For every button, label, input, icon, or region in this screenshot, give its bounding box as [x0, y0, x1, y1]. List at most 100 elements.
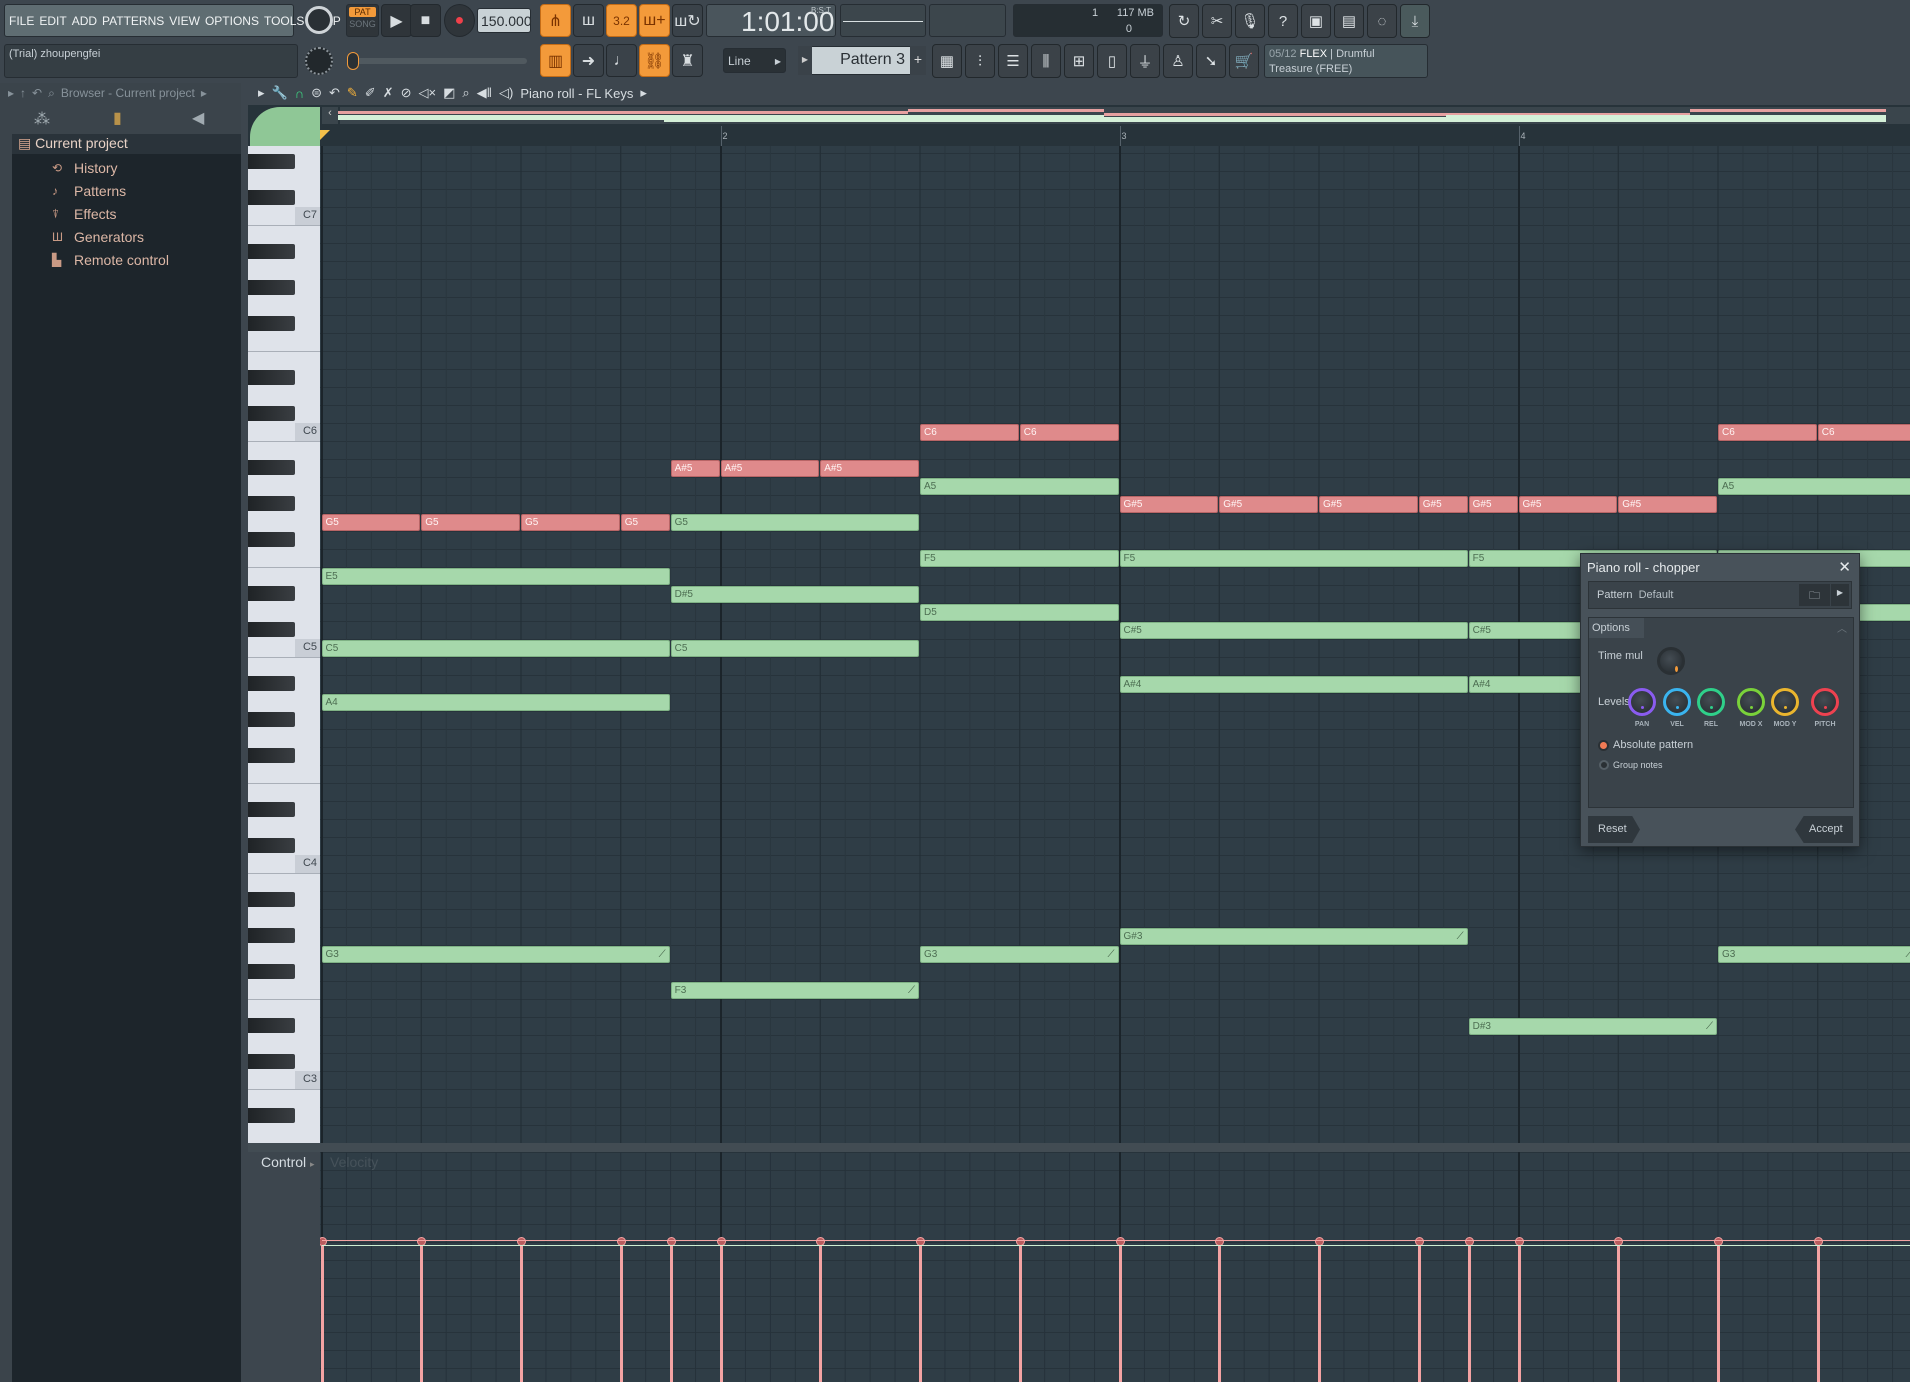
note[interactable]: A#5	[670, 460, 720, 477]
undo-history-icon[interactable]: ↻	[1169, 4, 1199, 38]
note[interactable]: C6	[1718, 424, 1817, 441]
black-key[interactable]	[248, 892, 295, 907]
note[interactable]: G3 ⟋	[920, 946, 1119, 963]
help-icon[interactable]: ?	[1268, 4, 1298, 38]
download-icon[interactable]: ⤓	[1400, 4, 1430, 38]
collapse-icon[interactable]: ︿	[1837, 620, 1847, 635]
black-key[interactable]	[248, 1054, 295, 1069]
note[interactable]: G#5	[1618, 496, 1717, 513]
master-volume-slider[interactable]	[347, 52, 527, 70]
mixer-icon[interactable]: ⫼	[1031, 44, 1061, 78]
zoom-icon[interactable]: ⌕	[462, 85, 469, 101]
playhead-marker[interactable]	[320, 130, 330, 140]
slice-icon[interactable]: ◁×	[419, 85, 437, 101]
mute-icon[interactable]: ⊘	[401, 85, 412, 101]
files-icon[interactable]: ▮	[113, 108, 122, 128]
menu-patterns[interactable]: PATTERNS	[102, 14, 164, 28]
note[interactable]: G5	[620, 514, 670, 531]
file-icon[interactable]: ▯	[1097, 44, 1127, 78]
knob-vel[interactable]	[1663, 688, 1691, 716]
note[interactable]: G#5	[1468, 496, 1518, 513]
step-sequencer-icon[interactable]: ▦	[932, 44, 962, 78]
wrench-icon[interactable]: 🔧	[272, 85, 288, 101]
black-key[interactable]	[248, 586, 295, 601]
note-resize-icon[interactable]: ⟋	[1906, 947, 1910, 962]
group-notes-radio[interactable]: Group notes	[1599, 760, 1663, 770]
options-tab[interactable]: Options	[1589, 618, 1644, 638]
velocity-stem[interactable]	[1118, 1241, 1122, 1382]
mixer-button[interactable]: ♜	[672, 44, 703, 77]
menu-view[interactable]: VIEW	[169, 14, 200, 28]
playback-icon[interactable]: ⊜	[311, 85, 322, 101]
note-resize-icon[interactable]: ⟋	[659, 947, 666, 962]
tree-item-history[interactable]: ⟲ History	[52, 160, 118, 176]
magnet-icon[interactable]: ∩	[295, 86, 304, 101]
black-key[interactable]	[248, 370, 295, 385]
record-button[interactable]: ●	[444, 4, 475, 37]
velocity-stem[interactable]	[520, 1241, 523, 1382]
black-key[interactable]	[248, 406, 295, 421]
tree-root[interactable]: ▤ Current project	[12, 134, 241, 154]
paint-icon[interactable]: ✐	[365, 85, 376, 101]
black-key[interactable]	[248, 622, 295, 637]
black-key[interactable]	[248, 496, 295, 511]
velocity-stem[interactable]	[1417, 1241, 1421, 1382]
note[interactable]: A5	[920, 478, 1119, 495]
arrange-icon[interactable]: ⫶	[965, 44, 995, 78]
tempo-display[interactable]: 150.000	[477, 8, 532, 33]
velocity-stem[interactable]	[420, 1241, 424, 1382]
note-resize-icon[interactable]: ⟋	[1457, 929, 1464, 944]
chat-icon[interactable]: ◌	[1367, 4, 1397, 38]
note[interactable]: F5	[920, 550, 1119, 567]
step-edit-button[interactable]: ш+	[639, 4, 670, 37]
undo-icon[interactable]: ↶	[329, 85, 340, 101]
black-key[interactable]	[248, 280, 295, 295]
microphone-icon[interactable]: 🎙	[1235, 4, 1265, 38]
link-button[interactable]: ⛓	[639, 44, 670, 77]
event-editor-separator[interactable]	[248, 1143, 1910, 1152]
note[interactable]: G5	[670, 514, 919, 531]
stop-button[interactable]: ■	[410, 4, 441, 37]
pattern-value[interactable]: Default	[1639, 589, 1674, 601]
velocity-stem[interactable]	[1717, 1241, 1720, 1382]
note[interactable]: G3 ⟋	[1718, 946, 1910, 963]
next-preset-icon[interactable]: ▶	[1831, 584, 1849, 606]
note-resize-icon[interactable]: ⟋	[908, 983, 915, 998]
note-resize-icon[interactable]: ⟋	[1706, 1019, 1713, 1034]
menu-file[interactable]: FILE	[9, 14, 34, 28]
knob-pan[interactable]	[1628, 688, 1656, 716]
note[interactable]: E5	[321, 568, 670, 585]
black-key[interactable]	[248, 244, 295, 259]
knob-mod-x[interactable]	[1737, 688, 1765, 716]
playback-tool-icon[interactable]: ◀‖	[477, 85, 492, 101]
black-key[interactable]	[248, 928, 295, 943]
knob-rel[interactable]	[1697, 688, 1725, 716]
note[interactable]: G#5	[1319, 496, 1418, 513]
note[interactable]: G3 ⟋	[321, 946, 670, 963]
note[interactable]: F5	[1119, 550, 1468, 567]
tree-item-effects[interactable]: ⍒ Effects	[52, 206, 117, 222]
note[interactable]: G#5	[1418, 496, 1468, 513]
slider-handle[interactable]	[347, 52, 359, 70]
black-key[interactable]	[248, 1018, 295, 1033]
velocity-stem[interactable]	[320, 1241, 324, 1382]
note[interactable]: G5	[321, 514, 421, 531]
note[interactable]: A#4	[1119, 676, 1468, 693]
black-key[interactable]	[248, 1108, 295, 1123]
velocity-stem[interactable]	[1018, 1241, 1022, 1382]
delete-icon[interactable]: ✗	[383, 85, 394, 101]
metronome-button[interactable]: ⋔	[540, 4, 571, 37]
close-icon[interactable]: ✕	[1838, 558, 1851, 576]
black-key[interactable]	[248, 712, 295, 727]
note[interactable]: C5	[321, 640, 670, 657]
black-key[interactable]	[248, 838, 295, 853]
note[interactable]: C5	[670, 640, 919, 657]
velocity-stem[interactable]	[619, 1241, 623, 1382]
black-key[interactable]	[248, 532, 295, 547]
pencil-icon[interactable]: ✎	[347, 85, 358, 101]
note[interactable]: G5	[421, 514, 520, 531]
add-pattern-button[interactable]: +	[910, 46, 926, 75]
up-icon[interactable]: ↑	[20, 86, 26, 101]
menu-arrow-icon[interactable]: ▸	[258, 85, 265, 101]
plugin-picker-button[interactable]: ♩	[606, 44, 637, 77]
